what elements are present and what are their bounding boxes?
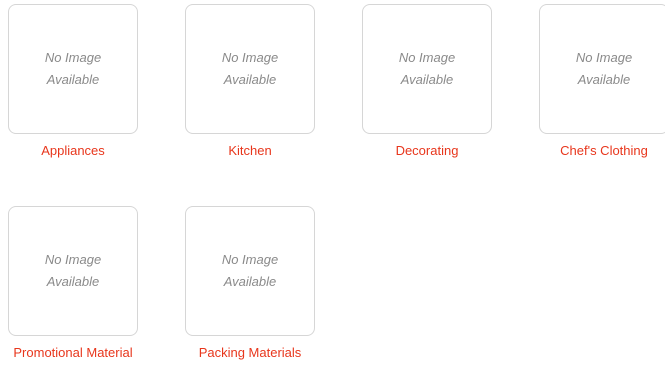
category-link[interactable]: Packing Materials — [177, 345, 323, 360]
category-tile-kitchen[interactable]: No Image Available Kitchen — [177, 0, 337, 180]
no-image-text: Available — [577, 72, 631, 87]
no-image-text: No Image — [398, 50, 456, 65]
category-tile-promotional-material[interactable]: No Image Available Promotional Material — [0, 202, 160, 382]
category-tile-decorating[interactable]: No Image Available Decorating — [354, 0, 514, 180]
no-image-text: Available — [223, 72, 277, 87]
no-image-text: No Image — [221, 50, 279, 65]
no-image-text: No Image — [575, 50, 633, 65]
no-image-text: Available — [46, 72, 100, 87]
category-thumbnail[interactable]: No Image Available — [362, 4, 492, 134]
category-link[interactable]: Chef's Clothing — [531, 143, 665, 158]
category-thumbnail[interactable]: No Image Available — [539, 4, 665, 134]
category-tile-appliances[interactable]: No Image Available Appliances — [0, 0, 160, 180]
category-link[interactable]: Appliances — [0, 143, 146, 158]
category-tile-packing-materials[interactable]: No Image Available Packing Materials — [177, 202, 337, 382]
no-image-text: No Image — [221, 252, 279, 267]
no-image-text: Available — [223, 274, 277, 289]
category-thumbnail[interactable]: No Image Available — [185, 206, 315, 336]
no-image-text: No Image — [44, 252, 102, 267]
category-tile-chefs-clothing[interactable]: No Image Available Chef's Clothing — [531, 0, 665, 180]
category-thumbnail[interactable]: No Image Available — [8, 4, 138, 134]
no-image-text: No Image — [44, 50, 102, 65]
no-image-text: Available — [400, 72, 454, 87]
category-link[interactable]: Kitchen — [177, 143, 323, 158]
category-thumbnail[interactable]: No Image Available — [8, 206, 138, 336]
category-link[interactable]: Decorating — [354, 143, 500, 158]
category-link[interactable]: Promotional Material — [0, 345, 146, 360]
category-grid: No Image Available Appliances No Image A… — [0, 0, 665, 362]
category-thumbnail[interactable]: No Image Available — [185, 4, 315, 134]
no-image-text: Available — [46, 274, 100, 289]
